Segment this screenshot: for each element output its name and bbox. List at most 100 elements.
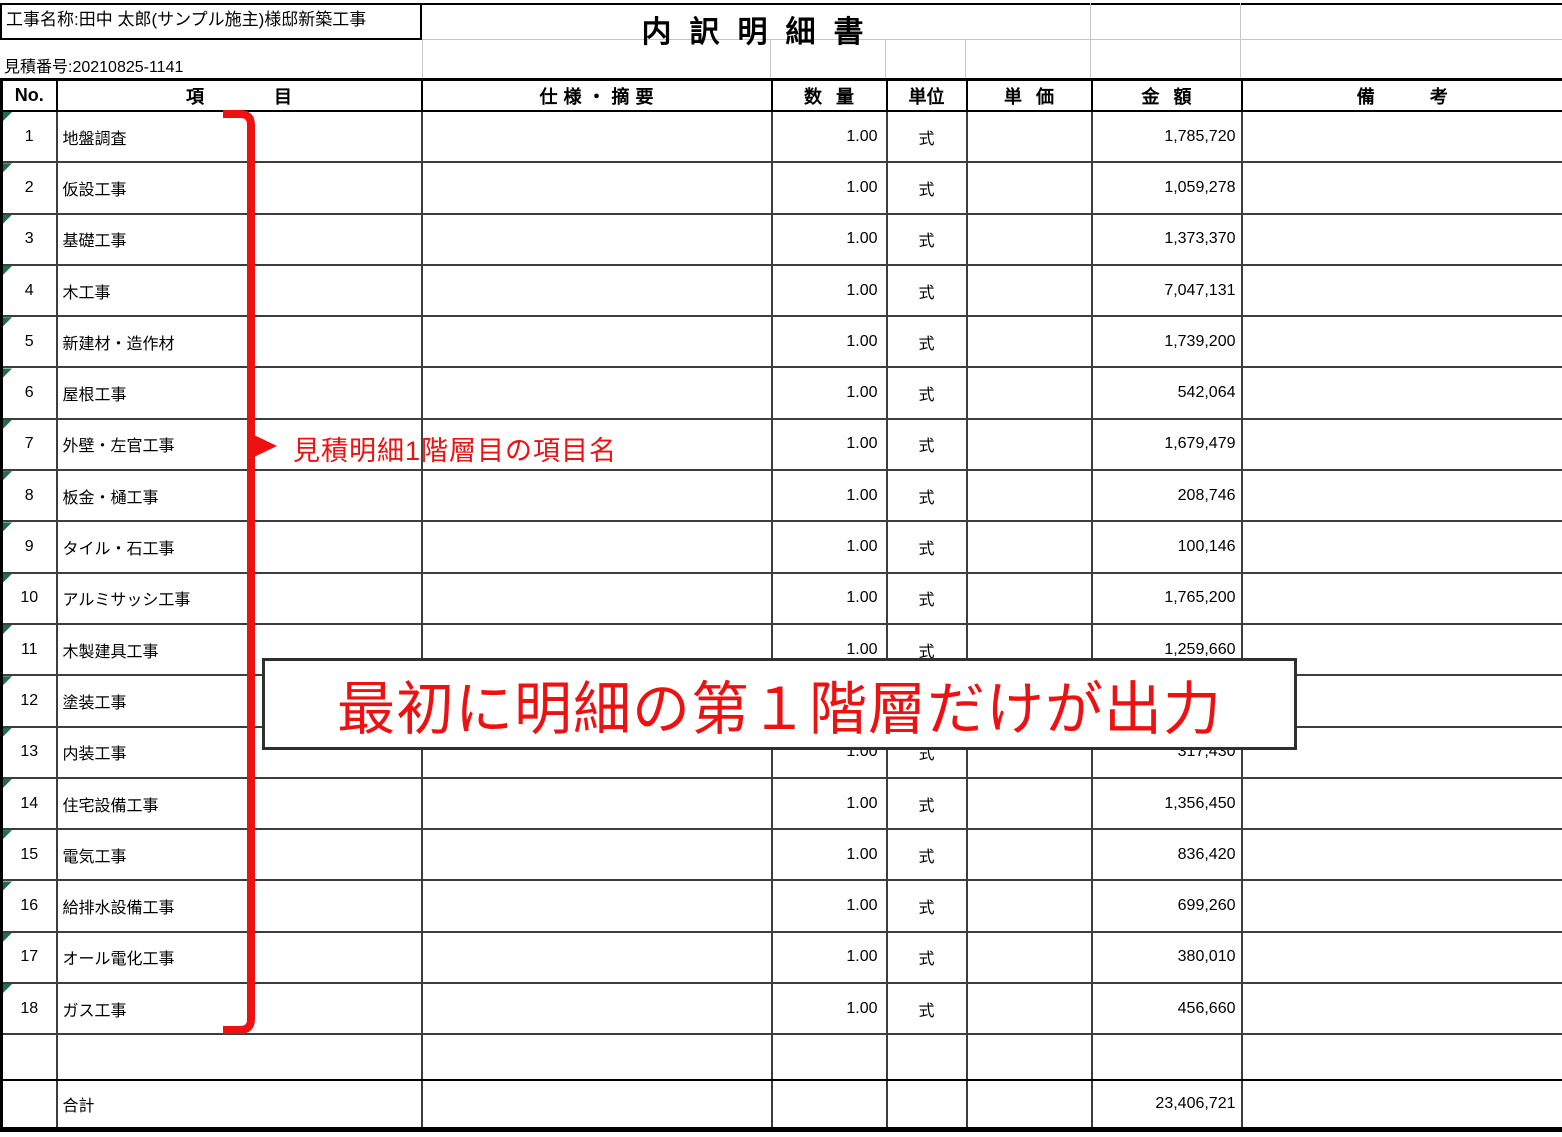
cell-unit: 式 — [887, 932, 967, 983]
cell-no: 8 — [2, 470, 57, 521]
table-row: 4木工事1.00式7,047,131 — [2, 265, 1562, 316]
document-title: 内訳明細書 — [0, 7, 1505, 51]
cell-qty: 1.00 — [772, 932, 887, 983]
cell-item: 板金・樋工事 — [57, 470, 422, 521]
cell-no: 6 — [2, 367, 57, 418]
cell-unit: 式 — [887, 573, 967, 624]
cell-item: アルミサッシ工事 — [57, 573, 422, 624]
cell-qty — [772, 1034, 887, 1080]
cell-item: 電気工事 — [57, 829, 422, 880]
cell-no: 14 — [2, 778, 57, 829]
cell-no: 1 — [2, 111, 57, 162]
cell-unit: 式 — [887, 470, 967, 521]
green-triangle-icon — [3, 779, 12, 788]
total-row: 合計 23,406,721 — [2, 1080, 1562, 1130]
green-triangle-icon — [3, 830, 12, 839]
green-triangle-icon — [3, 728, 12, 737]
cell-unit: 式 — [887, 880, 967, 931]
cell-spec — [422, 829, 772, 880]
cell-unit-price — [967, 983, 1092, 1034]
table-row: 7外壁・左官工事1.00式1,679,479 — [2, 419, 1562, 470]
cell-unit-price — [967, 829, 1092, 880]
green-triangle-icon — [3, 215, 12, 224]
cell-unit-price — [967, 521, 1092, 572]
cell-note — [1242, 521, 1562, 572]
green-triangle-icon — [3, 881, 12, 890]
cell-spec — [422, 521, 772, 572]
cell-note — [1242, 367, 1562, 418]
cell-no: 15 — [2, 829, 57, 880]
cell-unit: 式 — [887, 316, 967, 367]
cell-qty: 1.00 — [772, 214, 887, 265]
table-row: 2仮設工事1.00式1,059,278 — [2, 162, 1562, 213]
green-triangle-icon — [3, 317, 12, 326]
cell-amount: 1,739,200 — [1092, 316, 1242, 367]
cell-qty: 1.00 — [772, 983, 887, 1034]
cell-no: 16 — [2, 880, 57, 931]
cell-unit — [887, 1034, 967, 1080]
column-header-unit-price: 単価 — [967, 80, 1092, 112]
cell-unit-price — [967, 214, 1092, 265]
cell-note — [1242, 880, 1562, 931]
cell-qty: 1.00 — [772, 265, 887, 316]
table-row: 15電気工事1.00式836,420 — [2, 829, 1562, 880]
cell-qty: 1.00 — [772, 419, 887, 470]
cell-item: 住宅設備工事 — [57, 778, 422, 829]
cell-note — [1242, 265, 1562, 316]
cell-spec — [422, 778, 772, 829]
table-row: 8板金・樋工事1.00式208,746 — [2, 470, 1562, 521]
cell-qty: 1.00 — [772, 573, 887, 624]
cell-no: 3 — [2, 214, 57, 265]
cell-no: 5 — [2, 316, 57, 367]
column-header-no: No. — [2, 80, 57, 112]
cell-spec — [422, 573, 772, 624]
table-row: 17オール電化工事1.00式380,010 — [2, 932, 1562, 983]
cell-item: 新建材・造作材 — [57, 316, 422, 367]
cell-unit: 式 — [887, 162, 967, 213]
column-header-unit: 単位 — [887, 80, 967, 112]
cell-amount: 456,660 — [1092, 983, 1242, 1034]
table-row: 9タイル・石工事1.00式100,146 — [2, 521, 1562, 572]
table-row: 18ガス工事1.00式456,660 — [2, 983, 1562, 1034]
cell-unit-price — [967, 1080, 1092, 1130]
empty-row — [2, 1034, 1562, 1080]
cell-qty: 1.00 — [772, 521, 887, 572]
total-amount: 23,406,721 — [1092, 1080, 1242, 1130]
cell-unit: 式 — [887, 778, 967, 829]
cell-item: ガス工事 — [57, 983, 422, 1034]
green-triangle-icon — [3, 522, 12, 531]
cell-qty — [772, 1080, 887, 1130]
cell-item: 木工事 — [57, 265, 422, 316]
cell-amount: 1,059,278 — [1092, 162, 1242, 213]
cell-item: 基礎工事 — [57, 214, 422, 265]
cell-note — [1242, 1080, 1562, 1130]
cell-unit-price — [967, 316, 1092, 367]
cell-spec — [422, 1080, 772, 1130]
cell-unit-price — [967, 367, 1092, 418]
cell-spec — [422, 367, 772, 418]
cell-spec — [422, 265, 772, 316]
green-triangle-icon — [3, 676, 12, 685]
cell-qty: 1.00 — [772, 162, 887, 213]
column-header-note: 備考 — [1242, 80, 1562, 112]
cell-note — [1242, 1034, 1562, 1080]
cell-amount: 836,420 — [1092, 829, 1242, 880]
total-label: 合計 — [57, 1080, 422, 1130]
cell-item: 地盤調査 — [57, 111, 422, 162]
callout-box: 最初に明細の第１階層だけが出力 — [262, 658, 1297, 750]
cell-amount: 1,765,200 — [1092, 573, 1242, 624]
cell-no: 10 — [2, 573, 57, 624]
cell-amount: 380,010 — [1092, 932, 1242, 983]
cell-unit-price — [967, 880, 1092, 931]
cell-no: 9 — [2, 521, 57, 572]
cell-unit: 式 — [887, 419, 967, 470]
cell-note — [1242, 778, 1562, 829]
cell-note — [1242, 162, 1562, 213]
header-row: No. 項目 仕様・摘要 数量 単位 単価 金額 備考 — [2, 80, 1562, 112]
cell-qty: 1.00 — [772, 829, 887, 880]
callout-text: 最初に明細の第１階層だけが出力 — [337, 662, 1222, 746]
cell-unit-price — [967, 419, 1092, 470]
cell-note — [1242, 932, 1562, 983]
cell-note — [1242, 419, 1562, 470]
cell-note — [1242, 573, 1562, 624]
